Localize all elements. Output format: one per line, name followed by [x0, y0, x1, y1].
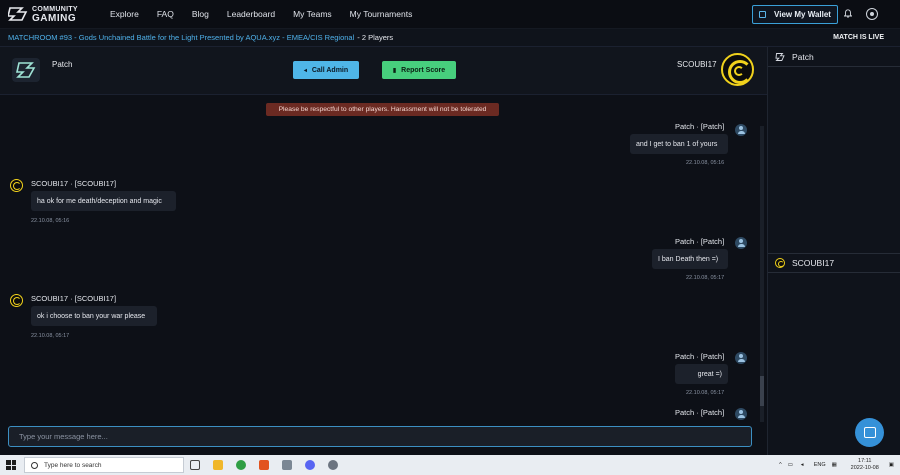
message-author: Patch · [Patch] [675, 408, 725, 417]
player-row-patch[interactable]: Patch [768, 47, 900, 67]
message-author: SCOUBI17 · [SCOUBI17] [31, 179, 117, 188]
message-bubble: great =) [675, 364, 728, 384]
message-bubble: and I get to ban 1 of yours [630, 134, 728, 154]
language-indicator[interactable]: ENG [814, 462, 826, 468]
patch-team-logo-icon [775, 52, 785, 61]
logo-text-line2: GAMING [32, 13, 77, 24]
nav-links: Explore FAQ Blog Leaderboard My Teams My… [110, 9, 430, 19]
search-icon [31, 461, 38, 469]
notification-bell-icon[interactable] [844, 9, 852, 18]
system-tray: ^ ▭ ◂ ENG ▦ 17:11 2022-10-08 ▣ [779, 455, 894, 475]
network-icon[interactable]: ▭ [788, 462, 795, 469]
patch-team-logo-icon [12, 58, 40, 82]
call-admin-button[interactable]: ◂ Call Admin [293, 61, 359, 79]
wallet-icon [759, 11, 767, 18]
chat-messages[interactable]: Please be respectful to other players. H… [0, 96, 767, 422]
match-title: MATCHROOM #93 - Gods Unchained Battle fo… [8, 33, 355, 42]
top-navigation: COMMUNITY GAMING Explore FAQ Blog Leader… [0, 0, 900, 29]
brave-icon[interactable] [259, 460, 269, 470]
nav-link-my-tournaments[interactable]: My Tournaments [350, 9, 413, 19]
megaphone-icon: ◂ [303, 67, 307, 74]
call-admin-label: Call Admin [311, 66, 349, 74]
message-time: 22.10.08, 05:16 [31, 218, 70, 224]
app-icon[interactable] [282, 460, 292, 470]
message-time: 22.10.08, 05:17 [686, 275, 725, 281]
message-author: Patch · [Patch] [675, 122, 725, 131]
taskbar-search-placeholder: Type here to search [44, 461, 102, 469]
file-explorer-icon[interactable] [213, 460, 223, 470]
windows-taskbar: Type here to search ^ ▭ ◂ ENG ▦ 17:11 20… [0, 455, 900, 475]
clock-time: 17:11 [858, 458, 872, 464]
chrome-icon[interactable] [236, 460, 246, 470]
player-row-scoubi17[interactable]: SCOUBI17 [768, 253, 900, 273]
harassment-warning: Please be respectful to other players. H… [266, 103, 499, 116]
settings-gear-icon[interactable] [866, 8, 878, 20]
message-time: 22.10.08, 05:17 [31, 333, 70, 339]
scoubi17-avatar-icon [775, 258, 785, 268]
view-wallet-button[interactable]: View My Wallet [752, 5, 838, 24]
report-score-label: Report Score [401, 66, 446, 74]
view-wallet-label: View My Wallet [774, 10, 831, 19]
patch-avatar-icon [735, 124, 747, 136]
clock-date: 2022-10-08 [850, 465, 879, 471]
nav-link-blog[interactable]: Blog [192, 9, 209, 19]
message-time: 22.10.08, 05:17 [686, 390, 725, 396]
patch-avatar-icon [735, 352, 747, 364]
report-score-button[interactable]: ▮ Report Score [382, 61, 456, 79]
message-bubble: ha ok for me death/deception and magic [31, 191, 176, 211]
players-panel: Patch SCOUBI17 [767, 47, 900, 455]
nav-link-my-teams[interactable]: My Teams [293, 9, 332, 19]
message-composer [0, 422, 767, 455]
chat-scrollbar-thumb[interactable] [760, 376, 764, 406]
player-name: Patch [792, 51, 814, 62]
chat-icon [863, 427, 876, 438]
taskbar-search-box[interactable]: Type here to search [24, 457, 184, 473]
message-time: 22.10.08, 05:16 [686, 160, 725, 166]
player-name: SCOUBI17 [792, 258, 835, 268]
clock[interactable]: 17:11 2022-10-08 [851, 458, 879, 472]
nav-link-faq[interactable]: FAQ [157, 9, 174, 19]
tray-chevron-icon[interactable]: ^ [779, 462, 782, 468]
nav-link-explore[interactable]: Explore [110, 9, 139, 19]
left-player-name: Patch [52, 60, 73, 69]
message-bubble: ok i choose to ban your war please [31, 306, 157, 326]
input-icon[interactable]: ▦ [832, 462, 839, 469]
match-info-bar: MATCHROOM #93 - Gods Unchained Battle fo… [0, 29, 900, 47]
scoubi17-avatar-icon [721, 53, 754, 86]
chat-header: Patch ◂ Call Admin ▮ Report Score SCOUBI… [0, 47, 767, 95]
patch-avatar-icon [735, 237, 747, 249]
message-author: Patch · [Patch] [675, 237, 725, 246]
message-author: Patch · [Patch] [675, 352, 725, 361]
logo-icon [8, 7, 28, 21]
volume-icon[interactable]: ◂ [801, 462, 808, 469]
right-player-name: SCOUBI17 [677, 60, 717, 69]
settings-app-icon[interactable] [328, 460, 338, 470]
flag-icon: ▮ [392, 67, 397, 74]
patch-avatar-icon [735, 408, 747, 420]
discord-icon[interactable] [305, 460, 315, 470]
message-input[interactable] [8, 426, 752, 447]
support-chat-button[interactable] [855, 418, 884, 447]
scoubi17-avatar-icon [10, 294, 23, 307]
match-status: MATCH IS LIVE [833, 34, 884, 41]
nav-link-leaderboard[interactable]: Leaderboard [227, 9, 275, 19]
scoubi17-avatar-icon [10, 179, 23, 192]
notification-center-icon[interactable]: ▣ [889, 462, 894, 468]
task-view-icon[interactable] [190, 460, 200, 470]
match-player-count: - 2 Players [357, 33, 394, 42]
community-gaming-logo[interactable]: COMMUNITY GAMING [8, 5, 100, 24]
message-author: SCOUBI17 · [SCOUBI17] [31, 294, 117, 303]
message-bubble: I ban Death then =) [652, 249, 728, 269]
windows-start-icon[interactable] [6, 460, 16, 470]
